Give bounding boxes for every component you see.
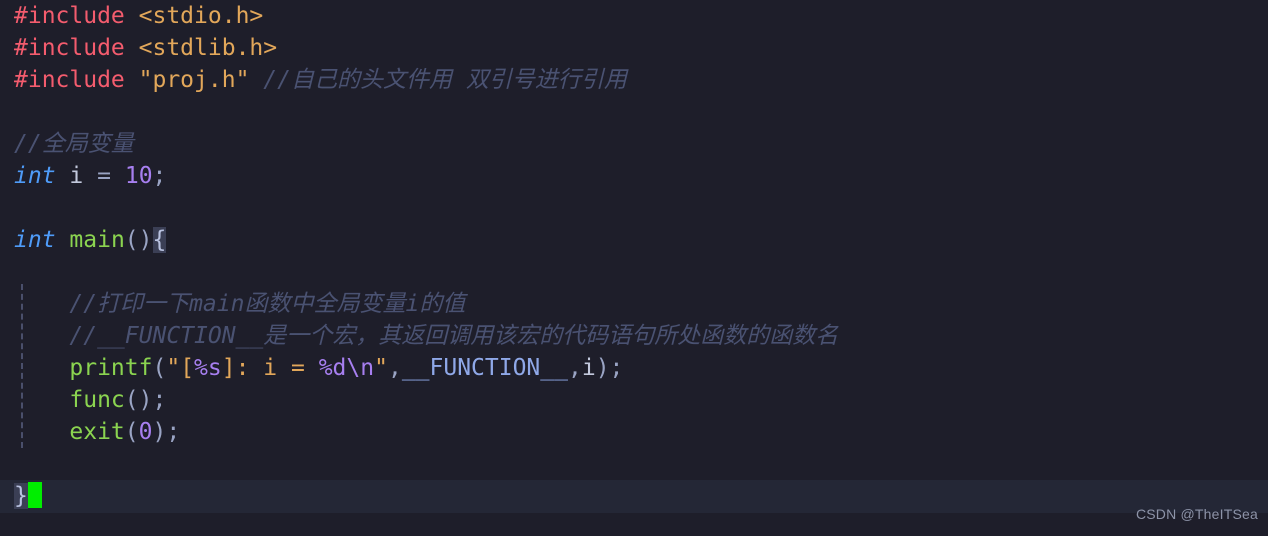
code-line[interactable]: //打印一下main函数中全局变量i的值 [0, 288, 1268, 320]
code-token: \n [346, 355, 375, 381]
code-token: 10 [124, 163, 153, 189]
code-token: //打印一下main函数中全局变量i的值 [69, 291, 466, 317]
code-token: , [387, 355, 402, 381]
code-token: exit [69, 419, 125, 445]
code-token: " [374, 355, 388, 381]
code-line[interactable] [0, 96, 1268, 128]
code-content[interactable]: #include <stdio.h> #include <stdlib.h> #in… [0, 0, 1268, 512]
code-line[interactable]: } [0, 480, 1268, 512]
code-line[interactable]: //全局变量 [0, 128, 1268, 160]
code-token: func [69, 387, 125, 413]
code-token: //全局变量 [14, 131, 134, 157]
text-cursor [27, 482, 42, 508]
code-line[interactable]: int main(){ [0, 224, 1268, 256]
code-token: "[ [166, 355, 195, 381]
code-editor[interactable]: #include <stdio.h> #include <stdlib.h> #in… [0, 0, 1268, 536]
code-line[interactable]: #include "proj.h" //自己的头文件用 双引号进行引用 [0, 64, 1268, 96]
code-line[interactable] [0, 448, 1268, 480]
code-token: = [97, 163, 111, 189]
csdn-watermark: CSDN @TheITSea [1135, 506, 1258, 522]
code-token: ( [124, 419, 139, 445]
code-token: #include [14, 3, 125, 29]
code-token: #include [14, 67, 125, 93]
code-token: 0 [138, 419, 153, 445]
code-token: %d [318, 355, 347, 381]
code-token: (); [124, 387, 167, 413]
code-token: <stdlib.h> [138, 35, 278, 61]
code-line[interactable] [0, 256, 1268, 288]
code-line[interactable]: int i = 10; [0, 160, 1268, 192]
code-line[interactable]: #include <stdio.h> [0, 0, 1268, 32]
code-token: int [14, 163, 56, 189]
code-token: int [14, 227, 56, 253]
code-line[interactable]: func(); [0, 384, 1268, 416]
code-token: () [124, 227, 153, 253]
code-line[interactable]: //__FUNCTION__是一个宏，其返回调用该宏的代码语句所处函数的函数名 [0, 320, 1268, 352]
code-token: ); [152, 419, 181, 445]
code-token: main [69, 227, 125, 253]
code-token: ( [152, 355, 167, 381]
code-token: <stdio.h> [138, 3, 264, 29]
code-token: "proj.h" [138, 67, 250, 93]
code-line[interactable]: exit(0); [0, 416, 1268, 448]
code-token: { [152, 227, 167, 253]
code-token: //自己的头文件用 双引号进行引用 [263, 67, 627, 93]
code-token: __FUNCTION__ [401, 355, 568, 381]
code-token: , [567, 355, 582, 381]
code-line[interactable]: #include <stdlib.h> [0, 32, 1268, 64]
code-token: printf [69, 355, 153, 381]
code-token: ]: i = [221, 355, 319, 381]
code-token: #include [14, 35, 125, 61]
code-line[interactable] [0, 192, 1268, 224]
code-token: ; [152, 163, 167, 189]
code-token: i [69, 163, 84, 189]
code-token: i [581, 355, 596, 381]
code-token: ); [595, 355, 624, 381]
code-line[interactable]: printf("[%s]: i = %d\n",__FUNCTION__,i); [0, 352, 1268, 384]
code-token: %s [194, 355, 222, 381]
code-token: //__FUNCTION__是一个宏，其返回调用该宏的代码语句所处函数的函数名 [69, 323, 839, 349]
code-token: } [14, 483, 28, 509]
